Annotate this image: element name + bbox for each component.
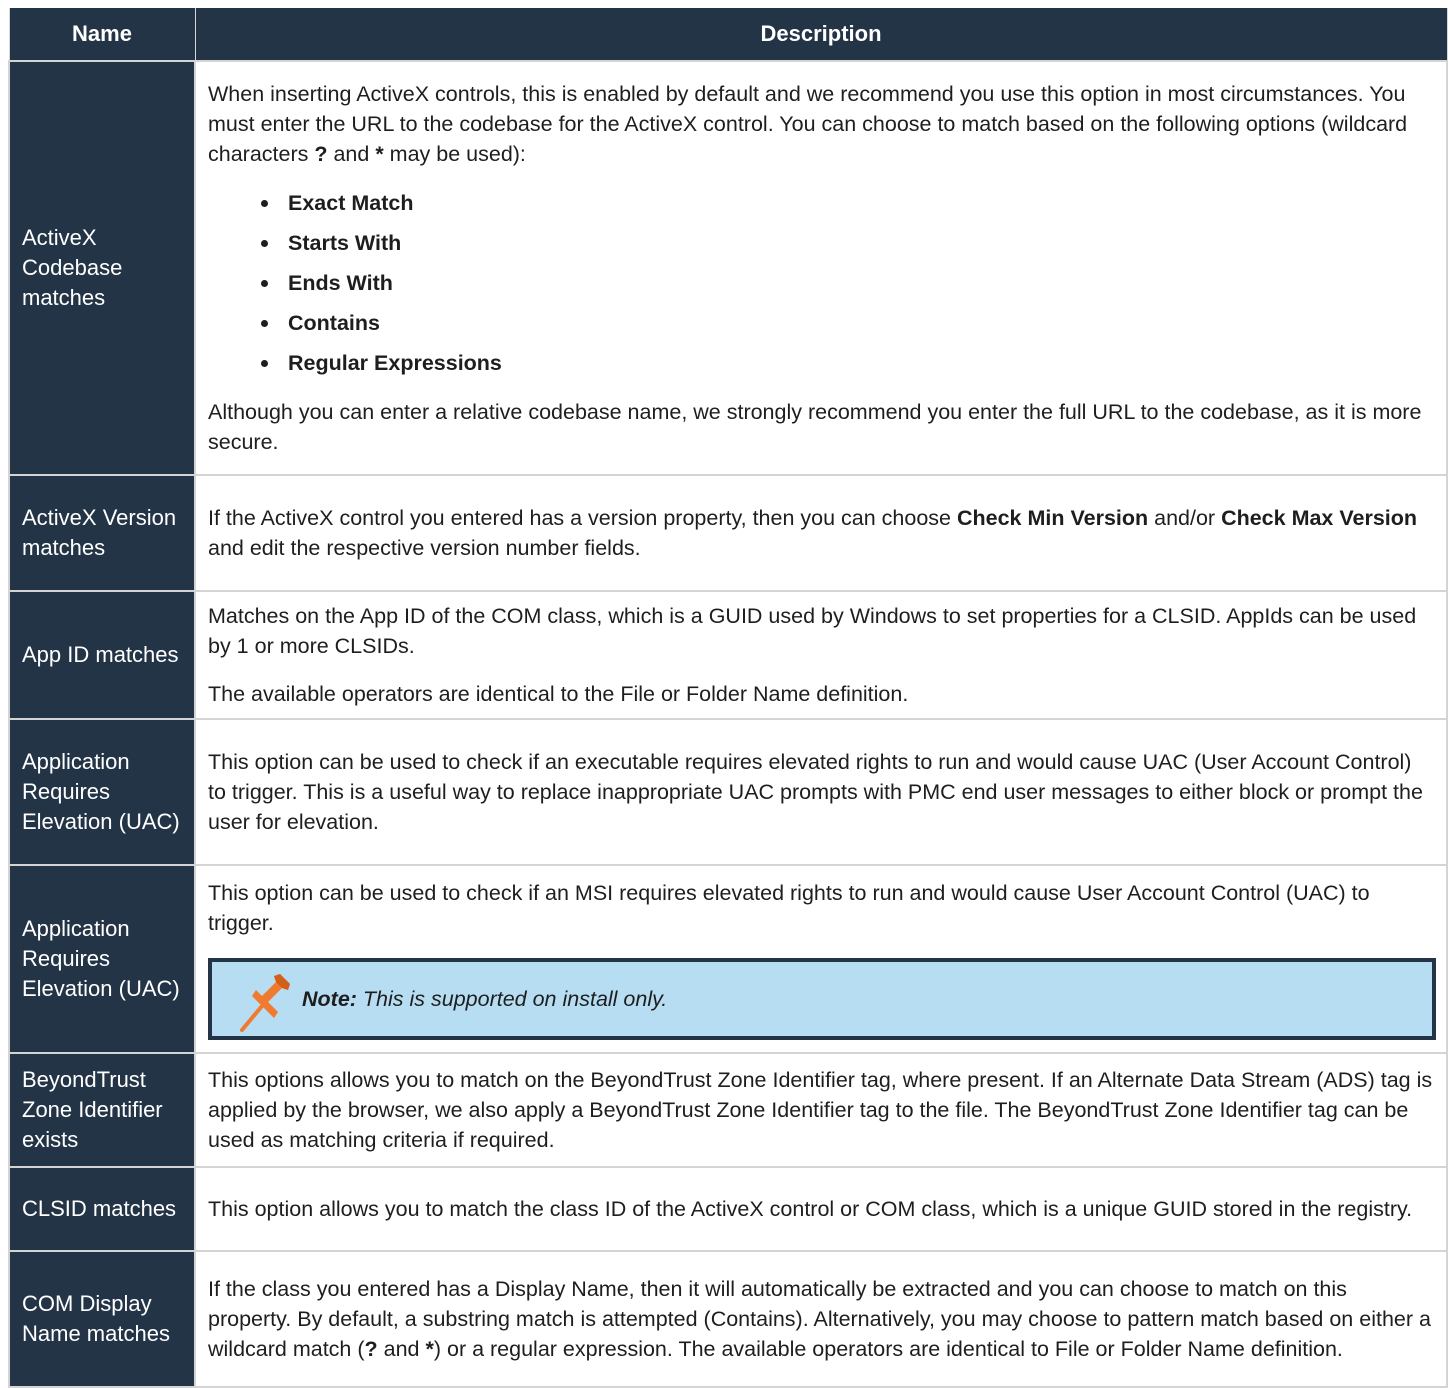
row-description: This option can be used to check if an e… [194, 718, 1448, 866]
description-paragraph: If the class you entered has a Display N… [208, 1277, 1431, 1361]
table-row: Application Requires Elevation (UAC) Thi… [8, 718, 1448, 866]
table-row: App ID matches Matches on the App ID of … [8, 590, 1448, 720]
row-name: Application Requires Elevation (UAC) [8, 718, 196, 866]
row-description: This options allows you to match on the … [194, 1052, 1448, 1168]
row-name: App ID matches [8, 590, 196, 720]
row-name: CLSID matches [8, 1166, 196, 1252]
description-paragraph: This options allows you to match on the … [208, 1068, 1433, 1152]
description-paragraph: Matches on the App ID of the COM class, … [208, 604, 1417, 658]
row-description: Matches on the App ID of the COM class, … [194, 590, 1448, 720]
list-item: Starts With [261, 223, 1434, 263]
row-description: When inserting ActiveX controls, this is… [194, 60, 1448, 476]
table-row: Application Requires Elevation (UAC) Thi… [8, 864, 1448, 1054]
table-row: BeyondTrust Zone Identifier exists This … [8, 1052, 1448, 1168]
description-paragraph: If the ActiveX control you entered has a… [208, 506, 1418, 560]
row-name: BeyondTrust Zone Identifier exists [8, 1052, 196, 1168]
row-description: This option can be used to check if an M… [194, 864, 1448, 1054]
definitions-table: Name Description ActiveX Codebase matche… [8, 8, 1448, 1388]
description-paragraph: This option can be used to check if an e… [208, 750, 1423, 834]
table-header-row: Name Description [8, 8, 1448, 61]
description-paragraph: Although you can enter a relative codeba… [208, 400, 1422, 454]
description-paragraph: This option allows you to match the clas… [208, 1197, 1413, 1221]
column-header-name: Name [8, 8, 196, 61]
row-description: If the ActiveX control you entered has a… [194, 474, 1448, 592]
match-options-list: Exact Match Starts With Ends With Contai… [208, 183, 1434, 383]
list-item: Contains [261, 303, 1434, 343]
list-item: Regular Expressions [261, 343, 1434, 383]
note-box: Note: This is supported on install only. [208, 958, 1436, 1040]
pushpin-icon [240, 974, 290, 1032]
column-header-description: Description [194, 8, 1448, 61]
description-paragraph: This option can be used to check if an M… [208, 881, 1370, 935]
row-description: If the class you entered has a Display N… [194, 1250, 1448, 1388]
row-name: ActiveX Version matches [8, 474, 196, 592]
table-row: ActiveX Version matches If the ActiveX c… [8, 474, 1448, 592]
row-name: COM Display Name matches [8, 1250, 196, 1388]
row-name: Application Requires Elevation (UAC) [8, 864, 196, 1054]
table-row: ActiveX Codebase matches When inserting … [8, 60, 1448, 476]
description-paragraph: When inserting ActiveX controls, this is… [208, 82, 1408, 166]
list-item: Exact Match [261, 183, 1434, 223]
table-row: COM Display Name matches If the class yo… [8, 1250, 1448, 1388]
note-text: Note: This is supported on install only. [302, 987, 668, 1011]
row-name: ActiveX Codebase matches [8, 60, 196, 476]
description-paragraph: The available operators are identical to… [208, 682, 909, 706]
row-description: This option allows you to match the clas… [194, 1166, 1448, 1252]
list-item: Ends With [261, 263, 1434, 303]
table-row: CLSID matches This option allows you to … [8, 1166, 1448, 1252]
